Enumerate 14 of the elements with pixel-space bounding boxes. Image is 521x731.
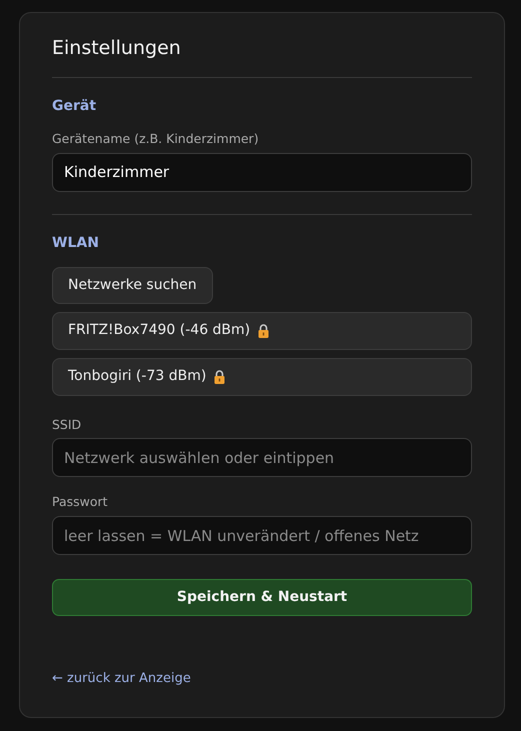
network-item[interactable]: FRITZ!Box7490 (-46 dBm)	[52, 312, 472, 350]
input-field[interactable]: Kinderzimmer	[52, 152, 472, 192]
page-title: Einstellungen	[52, 37, 182, 60]
scan-button[interactable]: Netzwerke suchen	[52, 266, 213, 304]
field-label: Passwort	[52, 493, 109, 512]
save-button[interactable]: Speichern & Neustart	[52, 579, 472, 616]
input-field[interactable]: Netzwerk auswählen oder eintippen	[52, 438, 472, 478]
network-item[interactable]: Tonbogiri (-73 dBm)	[52, 358, 472, 396]
section-heading: WLAN	[52, 234, 100, 253]
section-heading: Gerät	[52, 96, 98, 116]
input-field[interactable]: leer lassen = WLAN unverändert / offenes Netz	[52, 516, 472, 556]
field-label: Gerätename (z.B. Kinderzimmer)	[52, 130, 260, 148]
back-link[interactable]: ← zurück zur Anzeige	[52, 671, 191, 686]
field-label: SSID	[52, 416, 82, 434]
